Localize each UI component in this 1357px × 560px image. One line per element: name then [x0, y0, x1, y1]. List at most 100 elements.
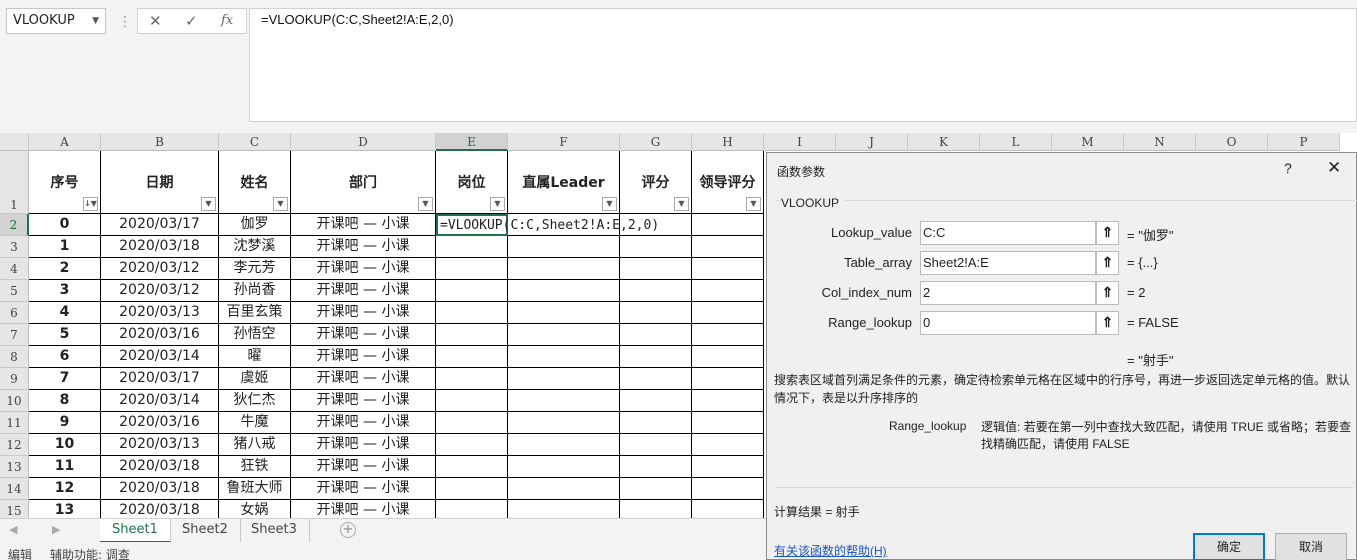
- table-cell[interactable]: 0: [29, 214, 101, 236]
- column-header-d[interactable]: D: [291, 133, 436, 151]
- table-cell[interactable]: 李元芳: [219, 258, 291, 280]
- table-header-cell[interactable]: 岗位 ▼: [436, 151, 508, 214]
- table-cell[interactable]: 沈梦溪: [219, 236, 291, 258]
- table-cell[interactable]: 2020/03/18: [101, 500, 219, 519]
- function-help-link[interactable]: 有关该函数的帮助(H): [774, 542, 887, 559]
- row-header-11[interactable]: 11: [0, 412, 29, 434]
- table-cell[interactable]: 伽罗: [219, 214, 291, 236]
- active-cell-e2[interactable]: =VLOOKUP(C:C,Sheet2!A:E,2,0): [436, 214, 659, 236]
- column-header-e[interactable]: E: [436, 133, 508, 151]
- table-cell[interactable]: [508, 456, 620, 478]
- table-cell[interactable]: 2020/03/13: [101, 434, 219, 456]
- table-cell[interactable]: 2020/03/14: [101, 390, 219, 412]
- filter-dropdown-icon[interactable]: ▼: [418, 197, 433, 211]
- filter-dropdown-icon[interactable]: ▼: [201, 197, 216, 211]
- collapse-dialog-icon[interactable]: ⇑: [1096, 221, 1119, 245]
- table-cell[interactable]: 开课吧 — 小课: [291, 236, 436, 258]
- table-cell[interactable]: 2020/03/18: [101, 478, 219, 500]
- table-cell[interactable]: 2020/03/13: [101, 302, 219, 324]
- row-header-13[interactable]: 13: [0, 456, 29, 478]
- column-header-p[interactable]: P: [1268, 133, 1340, 151]
- table-cell[interactable]: 2020/03/17: [101, 368, 219, 390]
- table-cell[interactable]: 开课吧 — 小课: [291, 324, 436, 346]
- table-cell[interactable]: [436, 478, 508, 500]
- table-cell[interactable]: 鲁班大师: [219, 478, 291, 500]
- table-cell[interactable]: 7: [29, 368, 101, 390]
- table-cell[interactable]: 开课吧 — 小课: [291, 258, 436, 280]
- row-header-9[interactable]: 9: [0, 368, 29, 390]
- table-cell[interactable]: 2020/03/16: [101, 412, 219, 434]
- lookup-value-input[interactable]: C:C: [920, 221, 1096, 245]
- table-cell[interactable]: [692, 258, 764, 280]
- column-header-o[interactable]: O: [1196, 133, 1268, 151]
- table-array-input[interactable]: Sheet2!A:E: [920, 251, 1096, 275]
- table-cell[interactable]: 2020/03/16: [101, 324, 219, 346]
- table-cell[interactable]: [692, 390, 764, 412]
- column-header-j[interactable]: J: [836, 133, 908, 151]
- cancel-button[interactable]: 取消: [1275, 533, 1347, 560]
- table-cell[interactable]: [620, 236, 692, 258]
- column-header-a[interactable]: A: [29, 133, 101, 151]
- table-cell[interactable]: [508, 500, 620, 519]
- table-cell[interactable]: [508, 258, 620, 280]
- table-cell[interactable]: [620, 368, 692, 390]
- table-cell[interactable]: [436, 302, 508, 324]
- cancel-icon[interactable]: ✕: [149, 12, 162, 30]
- close-icon[interactable]: ✕: [1327, 158, 1341, 178]
- select-all-corner[interactable]: [0, 133, 29, 151]
- table-cell[interactable]: 8: [29, 390, 101, 412]
- row-header-3[interactable]: 3: [0, 236, 29, 258]
- table-cell[interactable]: [620, 412, 692, 434]
- table-header-cell[interactable]: 领导评分 ▼: [692, 151, 764, 214]
- formula-input[interactable]: =VLOOKUP(C:C,Sheet2!A:E,2,0): [249, 8, 1357, 122]
- table-cell[interactable]: [692, 368, 764, 390]
- sheet-tab-sheet1[interactable]: Sheet1: [100, 519, 171, 543]
- table-cell[interactable]: 2020/03/17: [101, 214, 219, 236]
- column-header-i[interactable]: I: [764, 133, 836, 151]
- table-cell[interactable]: [692, 280, 764, 302]
- row-header-15[interactable]: 15: [0, 500, 29, 519]
- table-cell[interactable]: 2020/03/12: [101, 280, 219, 302]
- table-cell[interactable]: 开课吧 — 小课: [291, 302, 436, 324]
- table-cell[interactable]: 3: [29, 280, 101, 302]
- table-header-cell[interactable]: 评分 ▼: [620, 151, 692, 214]
- column-header-g[interactable]: G: [620, 133, 692, 151]
- filter-dropdown-icon[interactable]: ▼: [602, 197, 617, 211]
- table-cell[interactable]: 曜: [219, 346, 291, 368]
- row-header-10[interactable]: 10: [0, 390, 29, 412]
- insert-function-icon[interactable]: fx: [221, 13, 233, 28]
- table-cell[interactable]: 9: [29, 412, 101, 434]
- table-cell[interactable]: 狂铁: [219, 456, 291, 478]
- table-cell[interactable]: 10: [29, 434, 101, 456]
- sheet-tab-sheet2[interactable]: Sheet2: [170, 519, 241, 543]
- table-cell[interactable]: [436, 412, 508, 434]
- prev-sheet-icon[interactable]: ◀: [9, 523, 17, 536]
- table-cell[interactable]: [508, 280, 620, 302]
- table-cell[interactable]: 孙尚香: [219, 280, 291, 302]
- table-cell[interactable]: [692, 214, 764, 236]
- table-cell[interactable]: [692, 478, 764, 500]
- table-cell[interactable]: [436, 236, 508, 258]
- table-cell[interactable]: 开课吧 — 小课: [291, 214, 436, 236]
- table-cell[interactable]: [508, 434, 620, 456]
- table-cell[interactable]: [620, 302, 692, 324]
- table-cell[interactable]: 开课吧 — 小课: [291, 500, 436, 519]
- table-cell[interactable]: 12: [29, 478, 101, 500]
- table-cell[interactable]: 2: [29, 258, 101, 280]
- table-cell[interactable]: 猪八戒: [219, 434, 291, 456]
- sheet-tab-sheet3[interactable]: Sheet3: [239, 519, 310, 543]
- table-cell[interactable]: [436, 280, 508, 302]
- row-header-4[interactable]: 4: [0, 258, 29, 280]
- table-cell[interactable]: 虞姬: [219, 368, 291, 390]
- table-cell[interactable]: [436, 324, 508, 346]
- table-cell[interactable]: [436, 390, 508, 412]
- next-sheet-icon[interactable]: ▶: [52, 523, 60, 536]
- table-cell[interactable]: [508, 478, 620, 500]
- table-cell[interactable]: 开课吧 — 小课: [291, 412, 436, 434]
- column-header-h[interactable]: H: [692, 133, 764, 151]
- table-cell[interactable]: [508, 412, 620, 434]
- table-header-cell[interactable]: 直属Leader ▼: [508, 151, 620, 214]
- table-cell[interactable]: [508, 236, 620, 258]
- table-cell[interactable]: [692, 346, 764, 368]
- collapse-dialog-icon[interactable]: ⇑: [1096, 281, 1119, 305]
